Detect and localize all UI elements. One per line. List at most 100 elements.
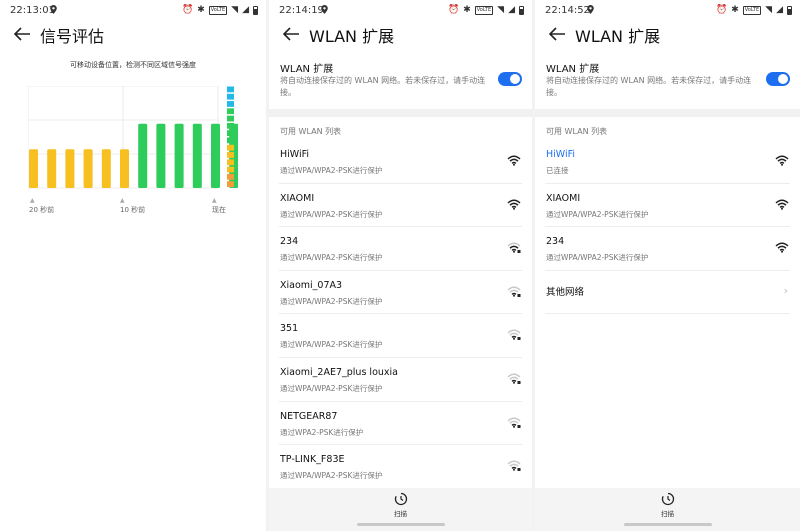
x-tick-marker: ▲ (30, 197, 35, 204)
network-security: 通过WPA/WPA2-PSK进行保护 (280, 471, 383, 481)
signal-scale-segment (227, 159, 234, 166)
network-item[interactable]: HiWiFi 已连接 (545, 140, 790, 184)
signal-scale-segment (227, 144, 234, 151)
home-indicator[interactable] (623, 523, 712, 526)
wlan-extension-toggle-row[interactable]: WLAN 扩展 将自动连接保存过的 WLAN 网络。若未保存过，请手动连接。 (535, 58, 800, 110)
network-name: Xiaomi_2AE7_plus louxia (280, 366, 398, 378)
screen-wlan-extension-connected: 22:14:52 ⏰ ✱ VoLTE ◥ ◢ WLAN 扩展 WLAN 扩展 将… (535, 0, 800, 531)
signal-scale-segment (227, 86, 234, 93)
bottom-bar: 扫描 (269, 488, 532, 531)
network-item[interactable]: 234 通过WPA/WPA2-PSK进行保护 (279, 227, 522, 271)
status-time: 22:13:01 (10, 5, 55, 16)
status-time: 22:14:19 (279, 5, 324, 16)
page-title: WLAN 扩展 (575, 27, 661, 46)
scan-icon[interactable] (661, 492, 675, 506)
network-item[interactable]: TP-LINK_F83E 通过WPA/WPA2-PSK进行保护 (279, 445, 522, 489)
chart-bar (101, 149, 111, 188)
network-name: HiWiFi (546, 149, 576, 160)
network-item[interactable]: XIAOMI 通过WPA/WPA2-PSK进行保护 (279, 184, 522, 228)
bluetooth-icon: ✱ (197, 5, 205, 15)
chart-bar (192, 123, 202, 188)
chart-bar (83, 149, 93, 188)
toggle-description: 将自动连接保存过的 WLAN 网络。若未保存过，请手动连接。 (280, 76, 486, 97)
network-security: 通过WPA/WPA2-PSK进行保护 (546, 209, 649, 219)
section-divider (535, 109, 800, 117)
network-item[interactable]: Xiaomi_2AE7_plus louxia 通过WPA/WPA2-PSK进行保… (279, 358, 522, 402)
signal-scale-segment (227, 152, 234, 158)
scan-button[interactable]: 扫描 (535, 508, 800, 518)
back-arrow-icon[interactable] (281, 26, 301, 42)
status-bar: 22:14:19 ⏰ ✱ VoLTE ◥ ◢ (269, 0, 532, 22)
other-networks-item[interactable]: 其他网络 › (545, 271, 790, 315)
home-indicator[interactable] (356, 523, 445, 526)
wifi-signal-icon (507, 286, 521, 297)
chart-bar (65, 149, 75, 188)
network-name: HiWiFi (280, 149, 310, 160)
network-name: XIAOMI (546, 192, 581, 204)
toggle-description: 将自动连接保存过的 WLAN 网络。若未保存过，请手动连接。 (546, 76, 752, 97)
wlan-extension-switch[interactable] (766, 72, 790, 86)
signal-scale-segment (227, 115, 234, 122)
status-time: 22:14:52 (545, 5, 590, 16)
signal-scale-segment (227, 108, 234, 115)
network-item[interactable]: Xiaomi_07A3 通过WPA/WPA2-PSK进行保护 (279, 271, 522, 315)
volte-badge: VoLTE (208, 5, 228, 15)
alarm-icon: ⏰ (181, 5, 194, 15)
location-icon (587, 5, 594, 14)
network-name: Xiaomi_07A3 (280, 279, 343, 291)
wifi-signal-icon (775, 242, 789, 253)
network-item[interactable]: XIAOMI 通过WPA/WPA2-PSK进行保护 (545, 184, 790, 228)
x-label-10s: 10 秒前 (120, 206, 146, 214)
network-security: 通过WPA/WPA2-PSK进行保护 (280, 209, 383, 219)
wlan-extension-toggle-row[interactable]: WLAN 扩展 将自动连接保存过的 WLAN 网络。若未保存过，请手动连接。 (269, 58, 532, 110)
network-item[interactable]: 351 通过WPA/WPA2-PSK进行保护 (279, 314, 522, 358)
network-item[interactable]: NETGEAR87 通过WPA2-PSK进行保护 (279, 402, 522, 446)
x-label-20s: 20 秒前 (29, 206, 55, 214)
screens: 22:13:01 ⏰ ✱ VoLTE ◥ ◢ 信号评估 可移动设备位置，检测不同… (0, 0, 800, 531)
signal-scale-segment (227, 93, 234, 100)
network-item[interactable]: 234 通过WPA/WPA2-PSK进行保护 (545, 227, 790, 271)
wifi-signal-icon (507, 199, 521, 210)
back-arrow-icon[interactable] (547, 26, 567, 42)
header: WLAN 扩展 (269, 22, 532, 48)
signal-icon: ◢ (776, 5, 783, 15)
status-icons: ⏰ ✱ VoLTE ◥ ◢ (182, 4, 258, 16)
wifi-signal-icon (507, 155, 521, 166)
wifi-signal-icon (507, 242, 521, 254)
scan-icon[interactable] (394, 492, 408, 506)
chart-bar (29, 149, 38, 188)
network-name: NETGEAR87 (280, 410, 338, 422)
wlan-extension-switch[interactable] (498, 72, 522, 86)
header: WLAN 扩展 (535, 22, 800, 48)
section-label: 可用 WLAN 列表 (546, 127, 608, 136)
chevron-right-icon: › (783, 283, 788, 297)
signal-scale-segment (227, 181, 234, 187)
network-name: 234 (280, 236, 299, 248)
network-name: TP-LINK_F83E (280, 454, 345, 466)
battery-icon (519, 5, 524, 15)
wifi-signal-icon (507, 460, 521, 472)
chart-bar (174, 123, 184, 188)
chart-bar (211, 123, 220, 188)
signal-chart (28, 86, 238, 189)
status-icons: ⏰ ✱ VoLTE ◥ ◢ (716, 4, 792, 16)
section-label: 可用 WLAN 列表 (280, 127, 342, 136)
signal-icon: ◢ (508, 5, 515, 15)
wifi-icon: ◥ (497, 5, 505, 15)
location-icon (321, 5, 328, 14)
bluetooth-icon: ✱ (463, 5, 471, 15)
back-arrow-icon[interactable] (12, 26, 32, 42)
network-security: 通过WPA2-PSK进行保护 (280, 427, 364, 437)
x-label-now: 现在 (212, 206, 226, 214)
wifi-signal-icon (775, 155, 789, 166)
scan-button[interactable]: 扫描 (269, 508, 532, 518)
network-item[interactable]: HiWiFi 通过WPA/WPA2-PSK进行保护 (279, 140, 522, 184)
network-name: XIAOMI (280, 192, 315, 204)
status-icons: ⏰ ✱ VoLTE ◥ ◢ (448, 4, 524, 16)
signal-scale-segment (227, 166, 234, 173)
network-security: 通过WPA/WPA2-PSK进行保护 (280, 253, 383, 263)
alarm-icon: ⏰ (715, 5, 728, 15)
alarm-icon: ⏰ (447, 5, 460, 15)
chart-bar (120, 149, 129, 188)
screen-signal-evaluation: 22:13:01 ⏰ ✱ VoLTE ◥ ◢ 信号评估 可移动设备位置，检测不同… (0, 0, 266, 531)
